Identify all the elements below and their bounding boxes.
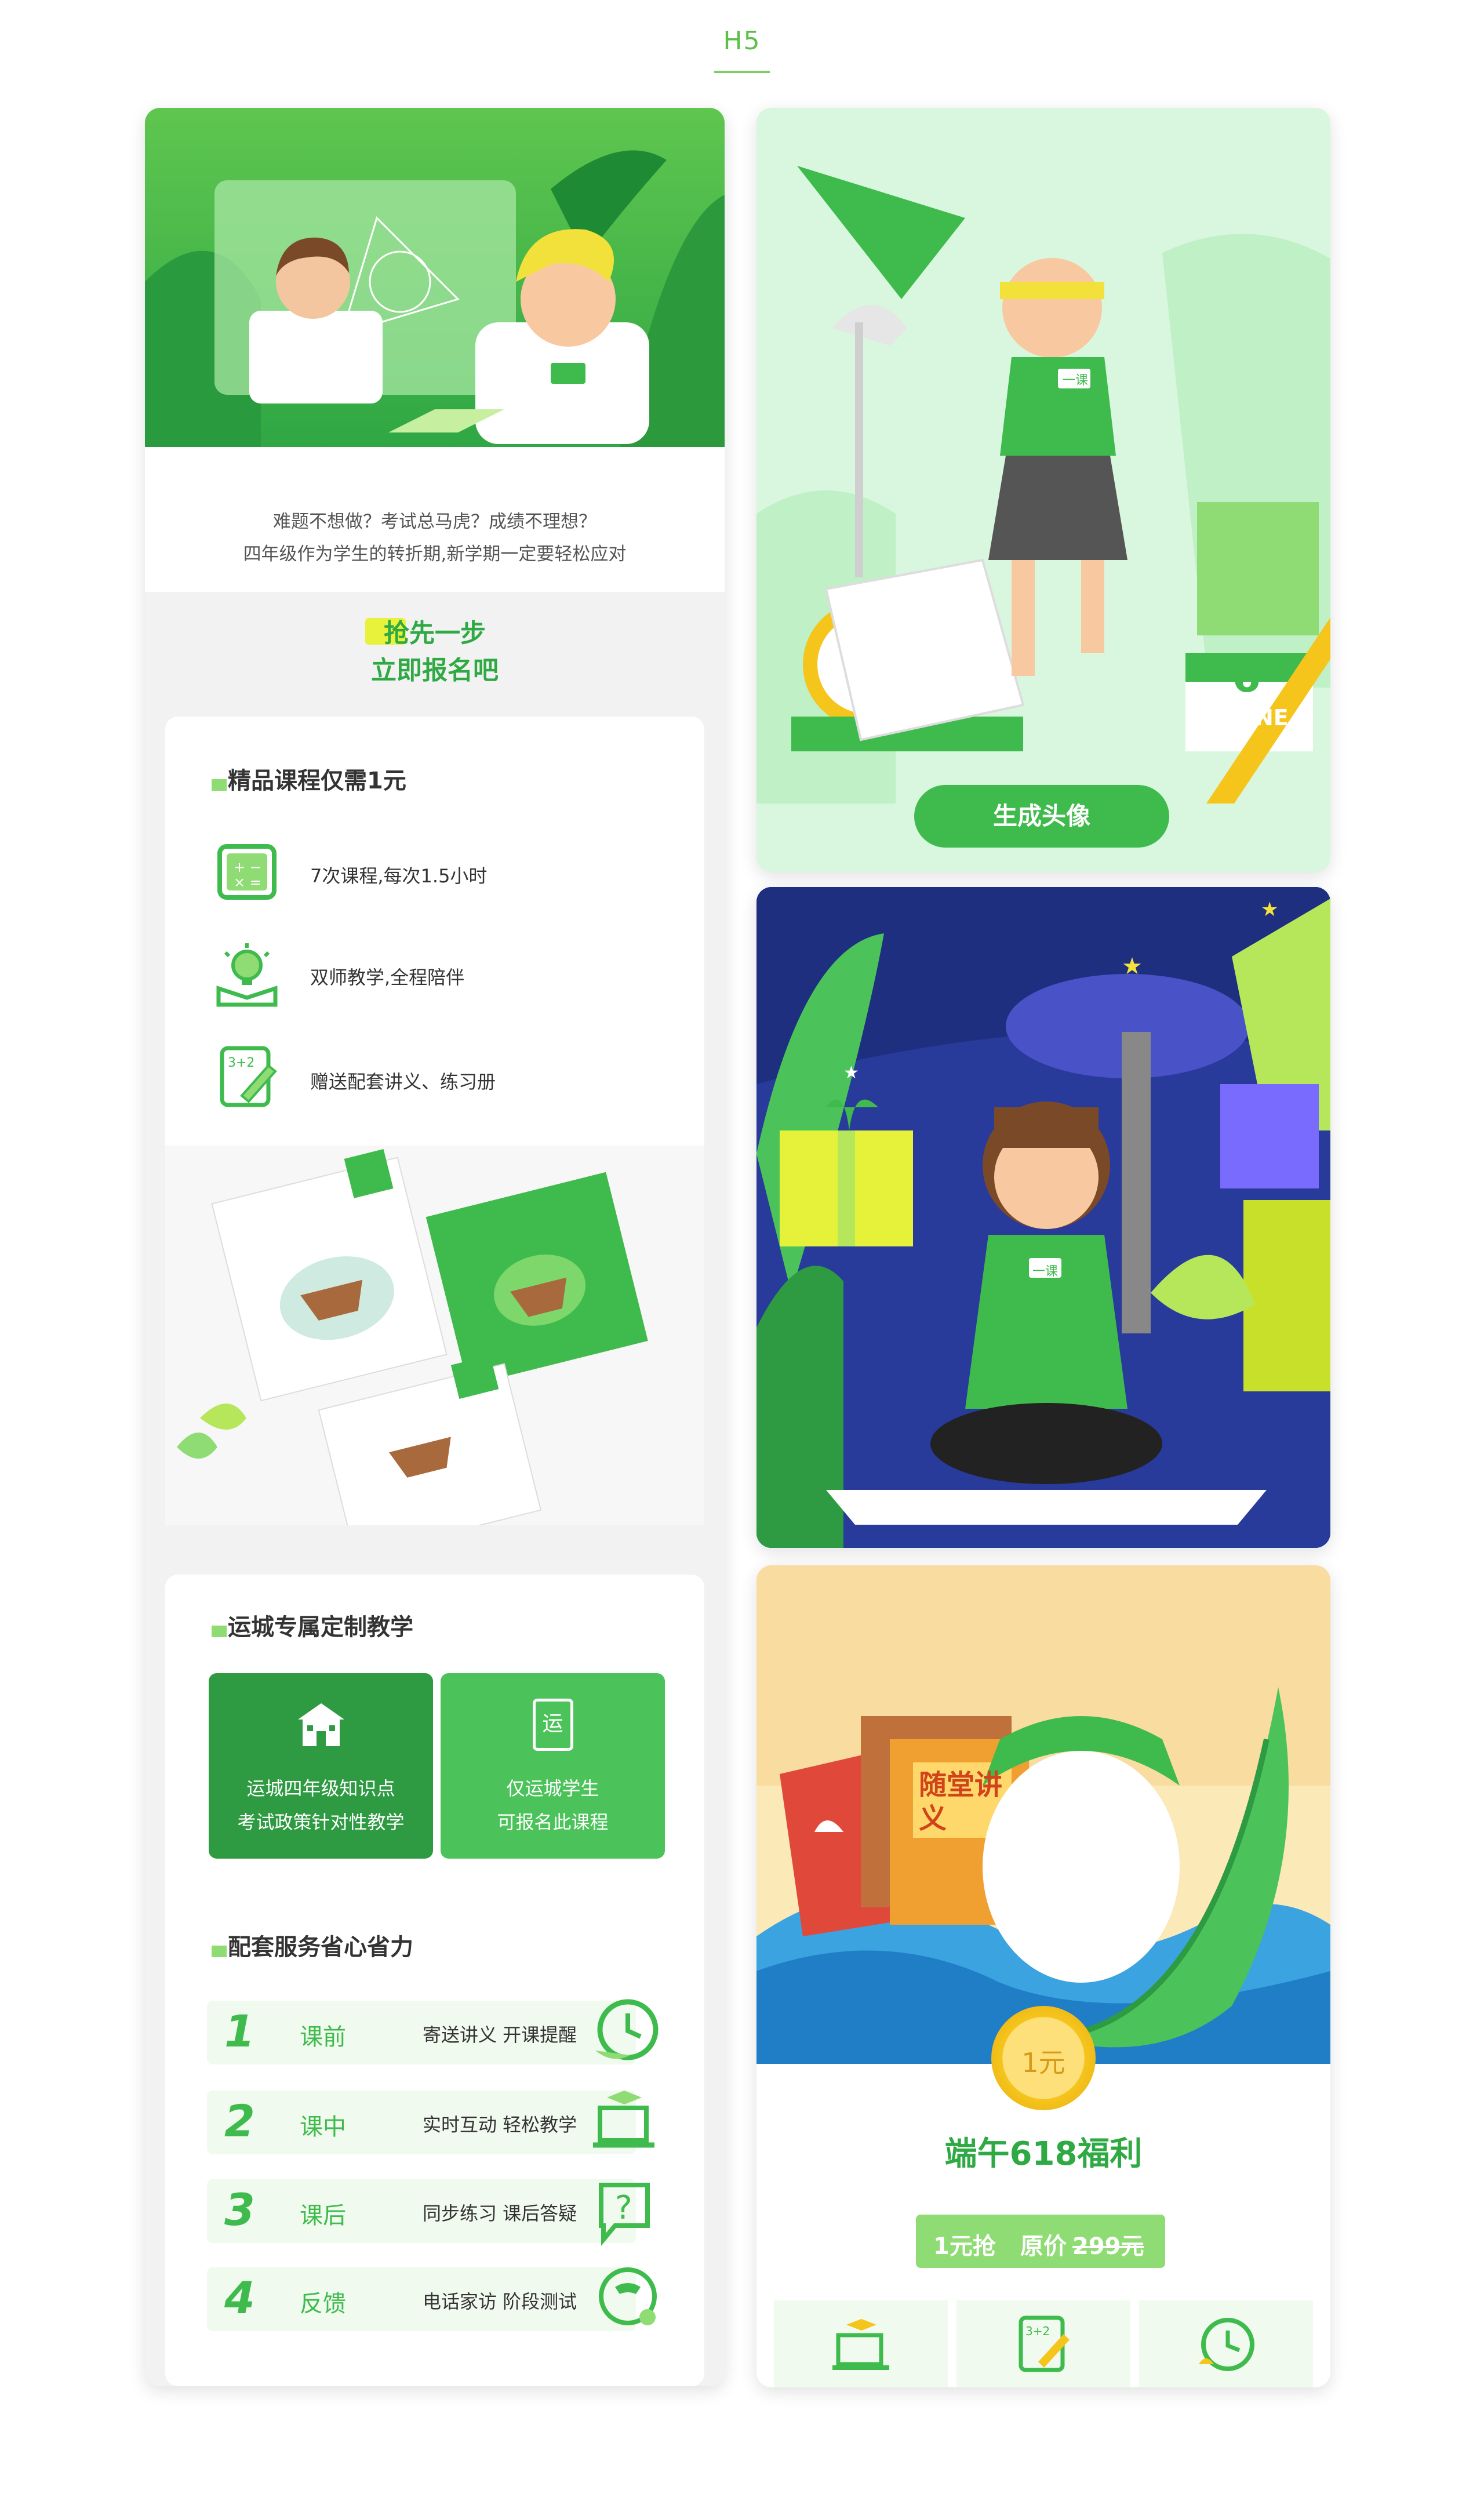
section-mark [212, 1946, 227, 1957]
custom-panel-title-text: 运城专属定制教学 [228, 1614, 413, 1641]
zongzi-illustration [756, 1565, 1330, 2064]
service-row-desc: 实时互动 轻松教学 [423, 2114, 577, 2136]
question-bubble-icon: ? [590, 2173, 663, 2246]
bottom-tab-workbook[interactable]: 3+2 [956, 2300, 1130, 2387]
handout-book-label: 随堂讲义 [919, 1769, 1003, 1835]
feature-text-3: 赠送配套讲义、练习册 [310, 1071, 496, 1093]
generate-avatar-button[interactable]: 生成头像 [914, 785, 1169, 848]
calendar-day: 6 [1232, 653, 1261, 701]
workbook-icon: 3+2 [213, 1042, 281, 1111]
laptop-graduation-icon [829, 2312, 893, 2376]
runner-badge: 一课 [1062, 373, 1088, 388]
service-row-desc: 同步练习 课后答疑 [423, 2202, 577, 2224]
local-knowledge-line-1: 运城四年级知识点 [246, 1777, 395, 1800]
svg-text:× =: × = [234, 874, 261, 890]
festival-title: 端午618福利 [944, 2135, 1143, 2173]
slogan-line-2: 立即报名吧 [371, 656, 499, 685]
price-original-label: 原价 [1020, 2233, 1067, 2260]
course-panel-title: 精品课程仅需1元 [212, 762, 406, 795]
local-knowledge-tile: 运城四年级知识点 考试政策针对性教学 [209, 1673, 433, 1859]
service-row-in-class: 2 课中 实时互动 轻松教学 [207, 2091, 671, 2154]
festival-card: 随堂讲义 1元 端午618福利 1元抢 原价 299元 3+2 [756, 1565, 1330, 2387]
gift-girl-illustration: ★ ★ ★ [756, 887, 1330, 1548]
hero-caption-line-2: 四年级作为学生的转折期,新学期一定要轻松应对 [243, 544, 627, 565]
bottom-tab-alarm[interactable] [1139, 2300, 1313, 2387]
service-row-stage: 课中 [300, 2114, 346, 2140]
service-row-number: 1 [224, 2005, 255, 2057]
slogan-line-1: 抢先一步 [384, 619, 486, 648]
price-now: 1元抢 [933, 2233, 996, 2260]
svg-text:★: ★ [1261, 898, 1278, 921]
svg-text:★: ★ [1122, 953, 1143, 980]
service-row-number: 2 [224, 2095, 255, 2147]
service-row-stage: 课后 [300, 2202, 346, 2229]
service-row-stage: 课前 [300, 2024, 346, 2051]
course-panel: 精品课程仅需1元 + − × = 7次课程,每次1.5小时 双师教学,全程陪伴 3… [165, 717, 704, 1525]
service-row-desc: 电话家访 阶段测试 [423, 2291, 577, 2313]
local-only-line-1: 仅运城学生 [506, 1777, 599, 1800]
avatar-card: 6 JUNE 一课 生成头像 [756, 108, 1330, 872]
workbooks-illustration [165, 1146, 704, 1525]
svg-text:?: ? [615, 2189, 632, 2227]
hero-teacher-illustration [145, 108, 725, 447]
coin-label: 1元 [1021, 2047, 1065, 2078]
service-row-before-class: 1 课前 寄送讲义 开课提醒 [207, 1999, 671, 2064]
feature-text-1: 7次课程,每次1.5小时 [310, 865, 488, 887]
calculator-icon: + − × = [213, 838, 281, 907]
section-mark [212, 1626, 227, 1637]
workbook-icon: 3+2 [1012, 2312, 1075, 2376]
service-panel-title-text: 配套服务省心省力 [228, 1934, 413, 1961]
lightbulb-book-icon [213, 940, 281, 1008]
yun-book-icon: 运 [532, 1699, 573, 1751]
telephone-icon [590, 2262, 663, 2335]
svg-text:★: ★ [843, 1063, 859, 1083]
service-row-desc: 寄送讲义 开课提醒 [423, 2024, 577, 2046]
local-only-line-2: 可报名此课程 [497, 1811, 609, 1833]
school-building-icon [292, 1699, 350, 1751]
alarm-clock-icon [590, 1995, 663, 2068]
service-panel-title: 配套服务省心省力 [212, 1928, 413, 1962]
service-row-number: 4 [224, 2272, 255, 2324]
course-panel-title-text: 精品课程仅需1元 [228, 768, 406, 794]
local-only-tile: 运 仅运城学生 可报名此课程 [441, 1673, 665, 1859]
service-row-number: 3 [224, 2184, 255, 2235]
service-row-feedback: 4 反馈 电话家访 阶段测试 [207, 2267, 671, 2331]
svg-text:+ −: + − [234, 859, 261, 875]
page-label-underline [714, 71, 770, 73]
gift-card: ★ ★ ★ 一课 [756, 887, 1330, 1548]
hero-caption-line-1: 难题不想做？考试总马虎？成绩不理想？ [273, 511, 596, 532]
page-label: H5 [723, 26, 761, 56]
laptop-graduation-icon [590, 2085, 663, 2158]
alarm-bell-icon [1194, 2312, 1258, 2376]
svg-text:3+2: 3+2 [228, 1056, 254, 1070]
girl-badge: 一课 [1032, 1264, 1058, 1279]
calendar-month: JUNE [1229, 705, 1289, 730]
bottom-tab-laptop[interactable] [774, 2300, 948, 2387]
section-mark [212, 779, 227, 791]
service-row-stage: 反馈 [300, 2291, 346, 2317]
price-original: 299元 [1072, 2233, 1144, 2260]
feature-text-2: 双师教学,全程陪伴 [310, 966, 465, 988]
local-knowledge-line-2: 考试政策针对性教学 [237, 1811, 405, 1833]
svg-text:3+2: 3+2 [1025, 2324, 1050, 2338]
custom-panel-title: 运城专属定制教学 [212, 1608, 413, 1642]
service-row-after-class: 3 课后 同步练习 课后答疑 ? [207, 2179, 671, 2246]
course-intro-card: 难题不想做？考试总马虎？成绩不理想？ 四年级作为学生的转折期,新学期一定要轻松应… [145, 108, 725, 2386]
